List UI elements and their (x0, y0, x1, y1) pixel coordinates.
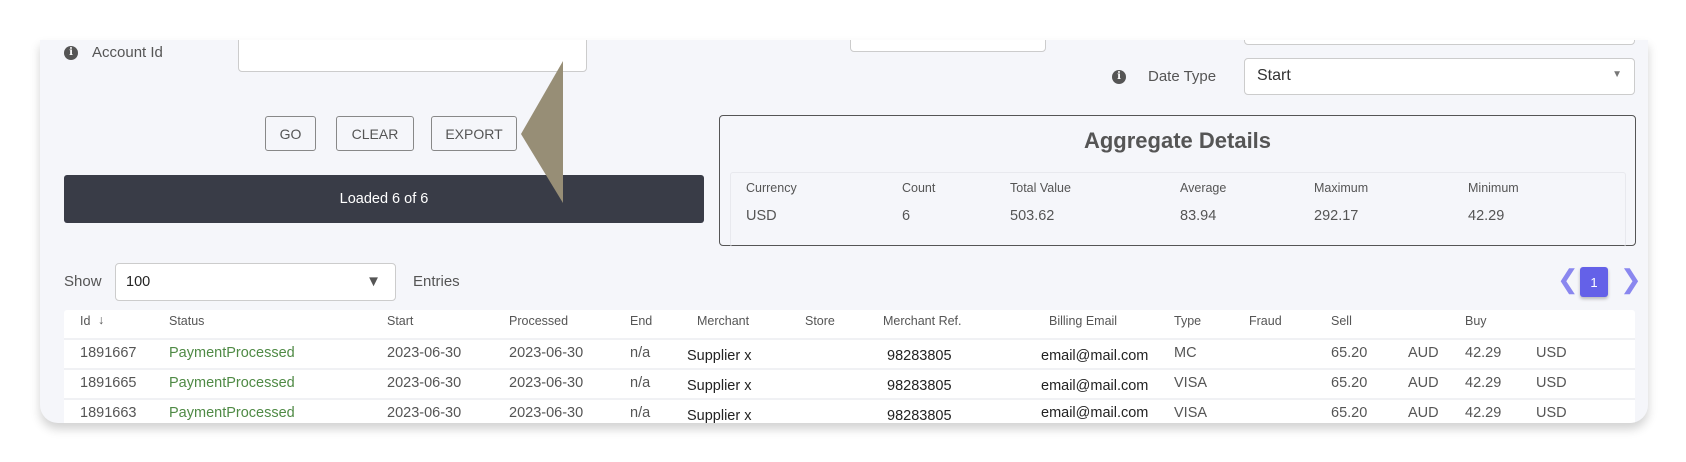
cell-buy-currency: USD (1536, 375, 1567, 391)
cell-buy: 42.29 (1465, 405, 1502, 421)
cell-merchant: Supplier x (687, 408, 752, 423)
cell-start: 2023-06-30 (387, 345, 462, 361)
pointer-arrow-icon (521, 61, 563, 203)
cell-status: PaymentProcessed (169, 405, 295, 421)
aggregate-header: Maximum (1314, 181, 1369, 195)
cell-buy-currency: USD (1536, 405, 1567, 421)
cell-merchant: Supplier x (687, 378, 752, 394)
aggregate-value: 42.29 (1468, 208, 1505, 224)
cell-merchant-ref: 98283805 (887, 348, 952, 364)
table-row[interactable]: 1891665 PaymentProcessed 2023-06-30 2023-06… (64, 368, 1635, 398)
date-type-select[interactable]: Start ▼ (1244, 58, 1635, 95)
aggregate-title: Aggregate Details (1083, 128, 1272, 153)
cell-sell: 65.20 (1331, 375, 1368, 391)
page-1-button[interactable]: 1 (1580, 267, 1608, 297)
cell-billing-email: email@mail.com (1041, 405, 1149, 421)
column-header-merchant-ref[interactable]: Merchant Ref. (883, 314, 962, 328)
entries-select[interactable]: 100 ▼ (115, 263, 396, 301)
cell-processed: 2023-06-30 (509, 345, 584, 361)
aggregate-header: Average (1180, 181, 1227, 195)
show-label: Show (64, 273, 102, 290)
loaded-count: Loaded 6 of 6 (339, 191, 429, 207)
cell-sell-currency: AUD (1408, 345, 1439, 361)
cell-processed: 2023-06-30 (509, 405, 584, 421)
date-type-value: Start (1257, 67, 1291, 84)
cell-start: 2023-06-30 (387, 405, 462, 421)
account-id-label: Account Id (92, 44, 163, 61)
cell-buy: 42.29 (1465, 375, 1502, 391)
aggregate-details-panel: Aggregate Details Currency Count Total V… (719, 115, 1636, 247)
cell-merchant-ref: 98283805 (887, 378, 952, 394)
filter-input[interactable] (850, 40, 1046, 52)
column-header-end[interactable]: End (630, 314, 652, 328)
cell-start: 2023-06-30 (387, 375, 462, 391)
search-panel: i Account Id i Date Type Start ▼ GO CLEA… (40, 40, 1648, 423)
status-bar: Loaded 6 of 6 (64, 175, 704, 223)
cell-merchant-ref: 98283805 (887, 408, 952, 423)
aggregate-value: 503.62 (1010, 208, 1055, 224)
aggregate-header: Minimum (1468, 181, 1519, 195)
column-header-store[interactable]: Store (805, 314, 835, 328)
column-header-start[interactable]: Start (387, 314, 413, 328)
cell-id: 1891663 (80, 405, 137, 421)
column-header-type[interactable]: Type (1174, 314, 1201, 328)
entries-label: Entries (413, 273, 460, 290)
cell-type: VISA (1174, 375, 1208, 391)
column-header-billing-email[interactable]: Billing Email (1049, 314, 1117, 328)
next-page-icon[interactable]: ❯ (1620, 264, 1642, 295)
cell-merchant: Supplier x (687, 348, 752, 364)
cell-type: VISA (1174, 405, 1208, 421)
entries-value: 100 (126, 274, 151, 290)
cell-id: 1891667 (80, 345, 137, 361)
go-button[interactable]: GO (265, 116, 316, 151)
column-header-sell[interactable]: Sell (1331, 314, 1352, 328)
aggregate-value: USD (746, 208, 777, 224)
cell-sell: 65.20 (1331, 405, 1368, 421)
cell-status: PaymentProcessed (169, 345, 295, 361)
transactions-table: Id ↓ Status Start Processed End Merchant Store M… (64, 310, 1635, 423)
sort-desc-icon[interactable]: ↓ (98, 313, 104, 327)
column-header-merchant[interactable]: Merchant (697, 314, 749, 328)
cell-processed: 2023-06-30 (509, 375, 584, 391)
table-row[interactable]: 1891663 PaymentProcessed 2023-06-30 2023-06… (64, 398, 1635, 423)
date-type-label: Date Type (1148, 68, 1217, 85)
table-row[interactable]: 1891667 PaymentProcessed 2023-06-30 2023-06… (64, 338, 1635, 368)
cell-billing-email: email@mail.com (1041, 378, 1149, 394)
column-header-fraud[interactable]: Fraud (1249, 314, 1282, 328)
cell-type: MC (1174, 345, 1197, 361)
info-icon[interactable]: i (64, 46, 78, 60)
aggregate-value: 6 (902, 208, 911, 224)
cell-sell: 65.20 (1331, 345, 1368, 361)
cell-buy-currency: USD (1536, 345, 1567, 361)
column-header-id[interactable]: Id (80, 314, 90, 328)
cell-end: n/a (630, 345, 651, 361)
aggregate-header: Currency (746, 181, 797, 195)
info-icon[interactable]: i (1112, 70, 1126, 84)
column-header-processed[interactable]: Processed (509, 314, 568, 328)
chevron-down-icon: ▼ (1612, 69, 1622, 80)
filter-select[interactable] (1244, 40, 1635, 45)
cell-billing-email: email@mail.com (1041, 348, 1149, 364)
aggregate-value: 292.17 (1314, 208, 1359, 224)
caret-down-icon: ▼ (366, 273, 381, 290)
export-button[interactable]: EXPORT (431, 116, 517, 151)
clear-button[interactable]: CLEAR (336, 116, 414, 151)
cell-sell-currency: AUD (1408, 405, 1439, 421)
cell-status: PaymentProcessed (169, 375, 295, 391)
prev-page-icon[interactable]: ❮ (1557, 264, 1579, 295)
aggregate-header: Count (902, 181, 936, 195)
cell-sell-currency: AUD (1408, 375, 1439, 391)
cell-id: 1891665 (80, 375, 137, 391)
cell-end: n/a (630, 375, 651, 391)
aggregate-value: 83.94 (1180, 208, 1217, 224)
cell-buy: 42.29 (1465, 345, 1502, 361)
column-header-status[interactable]: Status (169, 314, 204, 328)
aggregate-header: Total Value (1010, 181, 1071, 195)
column-header-buy[interactable]: Buy (1465, 314, 1487, 328)
cell-end: n/a (630, 405, 651, 421)
aggregate-table: Currency Count Total Value Average Maxim… (730, 172, 1626, 247)
